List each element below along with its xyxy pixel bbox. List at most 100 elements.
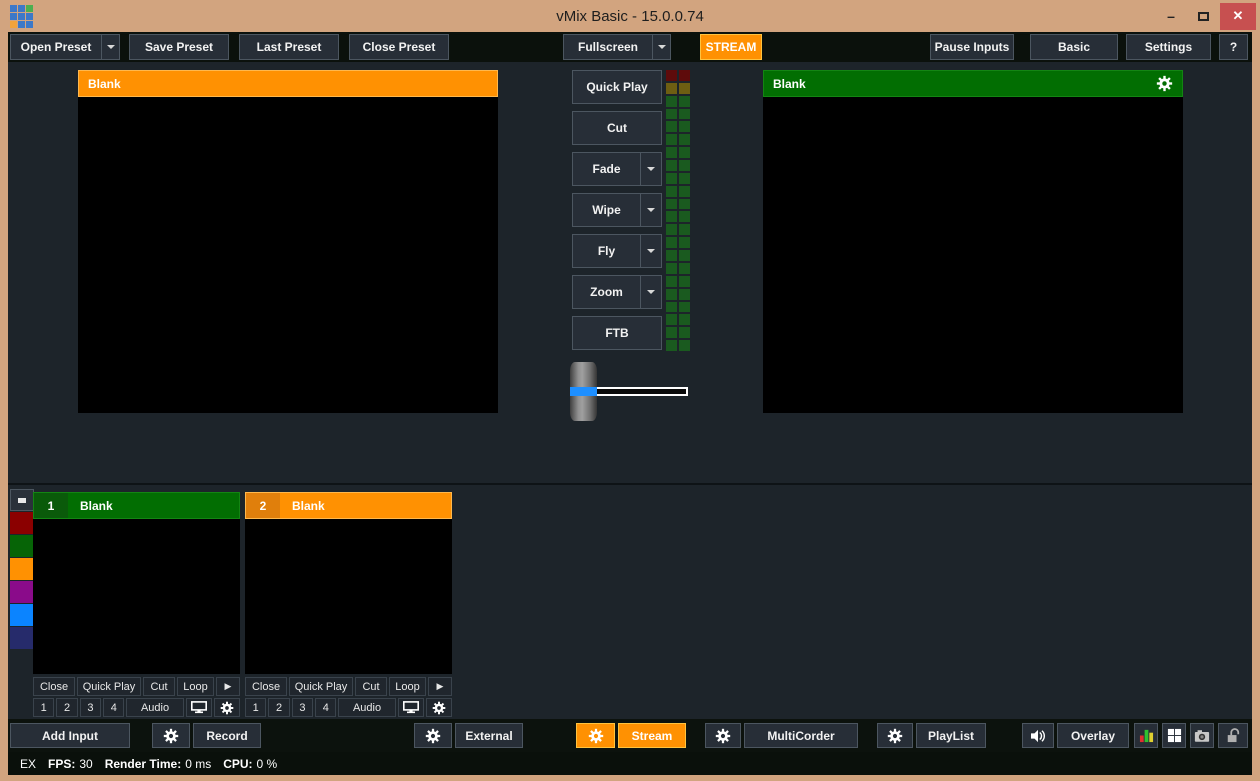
meter-cell (679, 224, 690, 235)
input-2-card: 2 Blank Close Quick Play Cut Loop ▶ 1 2 … (245, 492, 452, 717)
meter-cell (666, 314, 677, 325)
multiview-button[interactable] (1162, 723, 1186, 748)
input-loop-button[interactable]: Loop (177, 677, 214, 696)
color-swatch[interactable] (10, 627, 34, 649)
meter-cell (666, 121, 677, 132)
meter-cell (679, 134, 690, 145)
input-list-toggle-button[interactable] (10, 489, 34, 511)
preview-header[interactable]: Blank (78, 70, 498, 97)
meter-cell (666, 340, 677, 351)
stream-indicator-button[interactable]: STREAM (700, 34, 762, 60)
transition-label: Quick Play (573, 80, 661, 94)
save-preset-button[interactable]: Save Preset (129, 34, 229, 60)
fullscreen-dropdown[interactable] (652, 35, 670, 59)
multicorder-button[interactable]: MultiCorder (744, 723, 858, 748)
multicorder-settings-button[interactable] (705, 723, 741, 748)
overlay-2-button[interactable]: 2 (56, 698, 77, 717)
stream-button[interactable]: Stream (618, 723, 686, 748)
transition-fade-dropdown[interactable] (640, 153, 661, 185)
fullscreen-button[interactable]: Fullscreen (563, 34, 671, 60)
overlay-1-button[interactable]: 1 (33, 698, 54, 717)
program-settings-button[interactable] (1156, 75, 1173, 92)
chevron-down-icon (107, 45, 115, 49)
input-1-card: 1 Blank Close Quick Play Cut Loop ▶ 1 2 … (33, 492, 240, 717)
settings-button[interactable]: Settings (1126, 34, 1211, 60)
fullscreen-label: Fullscreen (564, 40, 652, 54)
audio-mixer-button[interactable] (1134, 723, 1158, 748)
input-play-button[interactable]: ▶ (428, 677, 452, 696)
input-2-video[interactable] (245, 519, 452, 674)
transition-fade-button[interactable]: Fade (572, 152, 662, 186)
meter-cell (666, 237, 677, 248)
color-swatch[interactable] (10, 558, 34, 580)
color-swatch[interactable] (10, 604, 34, 626)
transition-ftb-button[interactable]: FTB (572, 316, 662, 350)
external-settings-button[interactable] (414, 723, 452, 748)
record-button[interactable]: Record (193, 723, 261, 748)
overlay-4-button[interactable]: 4 (315, 698, 336, 717)
transition-cut-button[interactable]: Cut (572, 111, 662, 145)
transition-zoom-dropdown[interactable] (640, 276, 661, 308)
overlay-3-button[interactable]: 3 (80, 698, 101, 717)
preview-video[interactable] (78, 97, 498, 413)
input-fullscreen-button[interactable] (186, 698, 212, 717)
input-quick-play-button[interactable]: Quick Play (289, 677, 353, 696)
fps-label: FPS: (48, 757, 75, 771)
external-button[interactable]: External (455, 723, 523, 748)
last-preset-button[interactable]: Last Preset (239, 34, 339, 60)
input-audio-button[interactable]: Audio (338, 698, 395, 717)
playlist-button[interactable]: PlayList (916, 723, 986, 748)
open-preset-dropdown[interactable] (101, 35, 119, 59)
overlay-button[interactable]: Overlay (1057, 723, 1129, 748)
color-swatch[interactable] (10, 512, 34, 534)
input-2-header[interactable]: 2 Blank (245, 492, 452, 519)
minimize-button[interactable]: – (1156, 3, 1186, 29)
close-preset-button[interactable]: Close Preset (349, 34, 449, 60)
input-cut-button[interactable]: Cut (143, 677, 175, 696)
transition-wipe-dropdown[interactable] (640, 194, 661, 226)
pause-inputs-button[interactable]: Pause Inputs (930, 34, 1014, 60)
close-button[interactable]: ✕ (1220, 3, 1256, 30)
record-settings-button[interactable] (152, 723, 190, 748)
add-input-button[interactable]: Add Input (10, 723, 130, 748)
stream-settings-button[interactable] (576, 723, 615, 748)
input-fullscreen-button[interactable] (398, 698, 424, 717)
input-1-header[interactable]: 1 Blank (33, 492, 240, 519)
transition-fly-button[interactable]: Fly (572, 234, 662, 268)
overlay-1-button[interactable]: 1 (245, 698, 266, 717)
input-cut-button[interactable]: Cut (355, 677, 387, 696)
transition-fly-dropdown[interactable] (640, 235, 661, 267)
unlock-icon (1226, 728, 1240, 743)
color-swatch[interactable] (10, 581, 34, 603)
program-header[interactable]: Blank (763, 70, 1183, 97)
transition-wipe-button[interactable]: Wipe (572, 193, 662, 227)
open-preset-button[interactable]: Open Preset (10, 34, 120, 60)
input-settings-button[interactable] (426, 698, 452, 717)
basic-button[interactable]: Basic (1030, 34, 1118, 60)
help-button[interactable]: ? (1219, 34, 1248, 60)
maximize-button[interactable] (1188, 3, 1218, 29)
tbar-handle[interactable] (570, 362, 597, 421)
input-1-video[interactable] (33, 519, 240, 674)
overlay-2-button[interactable]: 2 (268, 698, 289, 717)
input-audio-button[interactable]: Audio (126, 698, 183, 717)
transition-quick-play-button[interactable]: Quick Play (572, 70, 662, 104)
input-close-button[interactable]: Close (33, 677, 75, 696)
gear-icon (887, 728, 903, 744)
master-audio-button[interactable] (1022, 723, 1054, 748)
input-play-button[interactable]: ▶ (216, 677, 240, 696)
camera-icon (1194, 729, 1210, 743)
input-settings-button[interactable] (214, 698, 240, 717)
input-close-button[interactable]: Close (245, 677, 287, 696)
overlay-4-button[interactable]: 4 (103, 698, 124, 717)
input-quick-play-button[interactable]: Quick Play (77, 677, 141, 696)
program-video[interactable] (763, 97, 1183, 413)
transition-zoom-button[interactable]: Zoom (572, 275, 662, 309)
meter-cell (666, 199, 677, 210)
color-swatch[interactable] (10, 535, 34, 557)
snapshot-button[interactable] (1190, 723, 1214, 748)
input-loop-button[interactable]: Loop (389, 677, 426, 696)
lock-button[interactable] (1218, 723, 1248, 748)
overlay-3-button[interactable]: 3 (292, 698, 313, 717)
playlist-settings-button[interactable] (877, 723, 913, 748)
